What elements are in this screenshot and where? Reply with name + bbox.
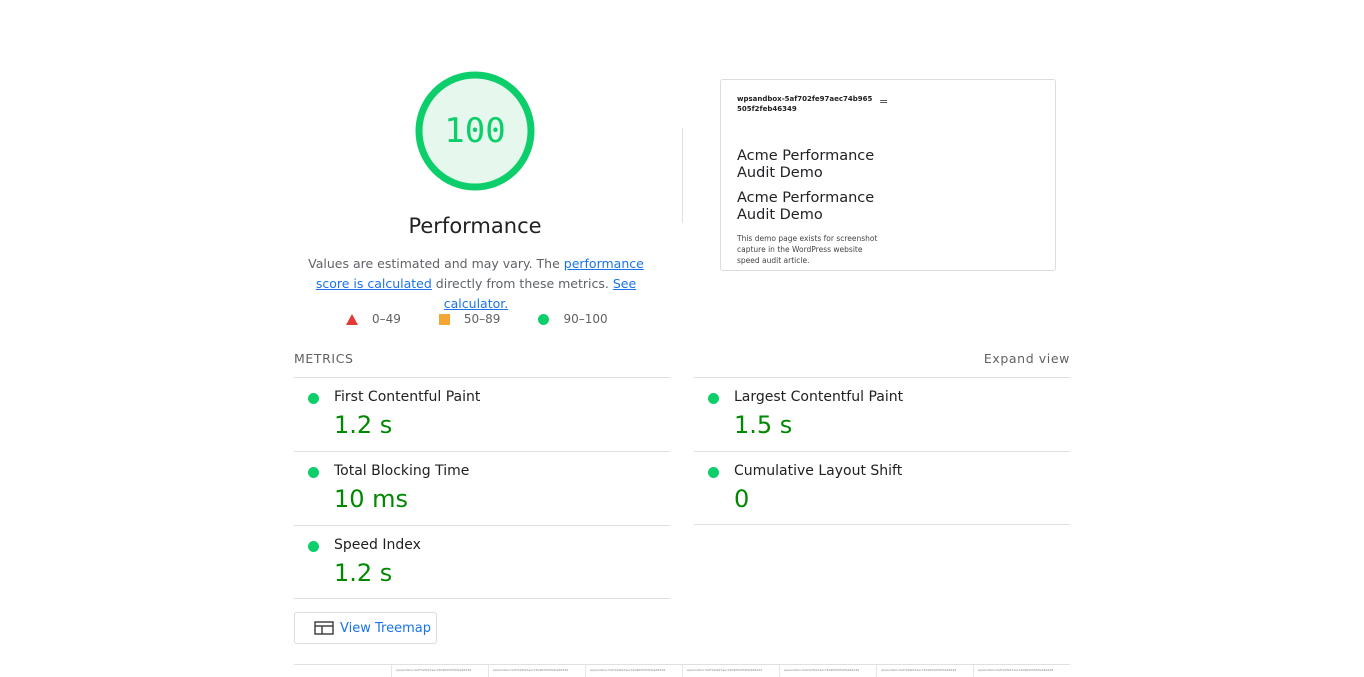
filmstrip-frame: wpsandbox-5af702fe97aec74b965505f2feb463…: [488, 665, 585, 677]
gauge-score: 100: [444, 111, 506, 151]
screenshot-heading-2: Acme Performance Audit Demo: [737, 190, 875, 223]
screenshot-paragraph: This demo page exists for screenshot cap…: [737, 234, 878, 265]
legend-pass: 90–100: [538, 312, 608, 326]
filmstrip: wpsandbox-5af702fe97aec74b965505f2feb463…: [294, 664, 1070, 677]
metrics-label: Metrics: [294, 351, 354, 366]
pass-circle-icon: [708, 467, 719, 478]
hamburger-icon: =: [879, 95, 889, 108]
metric-value: 1.2 s: [334, 559, 393, 587]
pass-circle-icon: [708, 393, 719, 404]
triangle-icon: [346, 313, 358, 325]
filmstrip-frame: wpsandbox-5af702fe97aec74b965505f2feb463…: [876, 665, 973, 677]
pass-circle-icon: [308, 541, 319, 552]
frame-text: wpsandbox-5af702fe97aec74b965505f2feb463…: [687, 668, 763, 672]
circle-icon: [538, 313, 550, 325]
metric-name: Total Blocking Time: [334, 463, 470, 479]
score-legend: 0–49 50–89 90–100: [346, 312, 608, 326]
metrics-header: Metrics Expand view: [294, 351, 1070, 366]
frame-text: wpsandbox-5af702fe97aec74b965505f2feb463…: [396, 668, 472, 672]
metric-speed-index: Speed Index 1.2 s: [294, 525, 670, 599]
gauge-title: Performance: [408, 214, 542, 238]
legend-fail-range: 0–49: [372, 312, 401, 326]
pass-circle-icon: [308, 467, 319, 478]
filmstrip-frame: wpsandbox-5af702fe97aec74b965505f2feb463…: [682, 665, 779, 677]
screenshot-heading-1: Acme Performance Audit Demo: [737, 148, 875, 181]
legend-fail: 0–49: [346, 312, 401, 326]
frame-text: wpsandbox-5af702fe97aec74b965505f2feb463…: [881, 668, 957, 672]
filmstrip-frame: wpsandbox-5af702fe97aec74b965505f2feb463…: [585, 665, 682, 677]
final-screenshot[interactable]: wpsandbox-5af702fe97aec74b965505f2feb463…: [720, 79, 1056, 271]
frame-text: wpsandbox-5af702fe97aec74b965505f2feb463…: [493, 668, 569, 672]
metric-name: First Contentful Paint: [334, 389, 481, 405]
screenshot-site-name: wpsandbox-5af702fe97aec74b965505f2feb463…: [737, 95, 873, 113]
performance-gauge: 100: [414, 70, 536, 192]
metric-value: 10 ms: [334, 485, 409, 513]
metric-value: 0: [734, 485, 750, 513]
gauge-description: Values are estimated and may vary. The p…: [290, 254, 662, 314]
legend-pass-range: 90–100: [563, 312, 608, 326]
metric-name: Largest Contentful Paint: [734, 389, 904, 405]
treemap-icon: [314, 621, 334, 635]
square-icon: [438, 313, 450, 325]
frame-text: wpsandbox-5af702fe97aec74b965505f2feb463…: [978, 668, 1054, 672]
vertical-divider: [682, 128, 683, 223]
metric-value: 1.5 s: [734, 411, 793, 439]
legend-average: 50–89: [438, 312, 501, 326]
frame-text: wpsandbox-5af702fe97aec74b965505f2feb463…: [784, 668, 860, 672]
filmstrip-frame: wpsandbox-5af702fe97aec74b965505f2feb463…: [779, 665, 876, 677]
metric-total-blocking-time: Total Blocking Time 10 ms: [294, 451, 670, 525]
metric-name: Speed Index: [334, 537, 421, 553]
view-treemap-button[interactable]: View Treemap: [294, 612, 437, 644]
view-treemap-label: View Treemap: [340, 620, 431, 636]
filmstrip-frame: wpsandbox-5af702fe97aec74b965505f2feb463…: [391, 665, 488, 677]
pass-circle-icon: [308, 393, 319, 404]
metric-name: Cumulative Layout Shift: [734, 463, 903, 479]
metric-cumulative-layout-shift: Cumulative Layout Shift 0: [694, 451, 1070, 525]
metric-largest-contentful-paint: Largest Contentful Paint 1.5 s: [694, 377, 1070, 451]
expand-view-toggle[interactable]: Expand view: [984, 351, 1070, 366]
metric-first-contentful-paint: First Contentful Paint 1.2 s: [294, 377, 670, 451]
metric-value: 1.2 s: [334, 411, 393, 439]
legend-average-range: 50–89: [463, 312, 501, 326]
filmstrip-frame: wpsandbox-5af702fe97aec74b965505f2feb463…: [973, 665, 1070, 677]
filmstrip-frame: [294, 665, 391, 677]
desc-prefix: Values are estimated and may vary. The: [308, 256, 564, 271]
frame-text: wpsandbox-5af702fe97aec74b965505f2feb463…: [590, 668, 666, 672]
desc-middle: directly from these metrics.: [431, 276, 613, 291]
